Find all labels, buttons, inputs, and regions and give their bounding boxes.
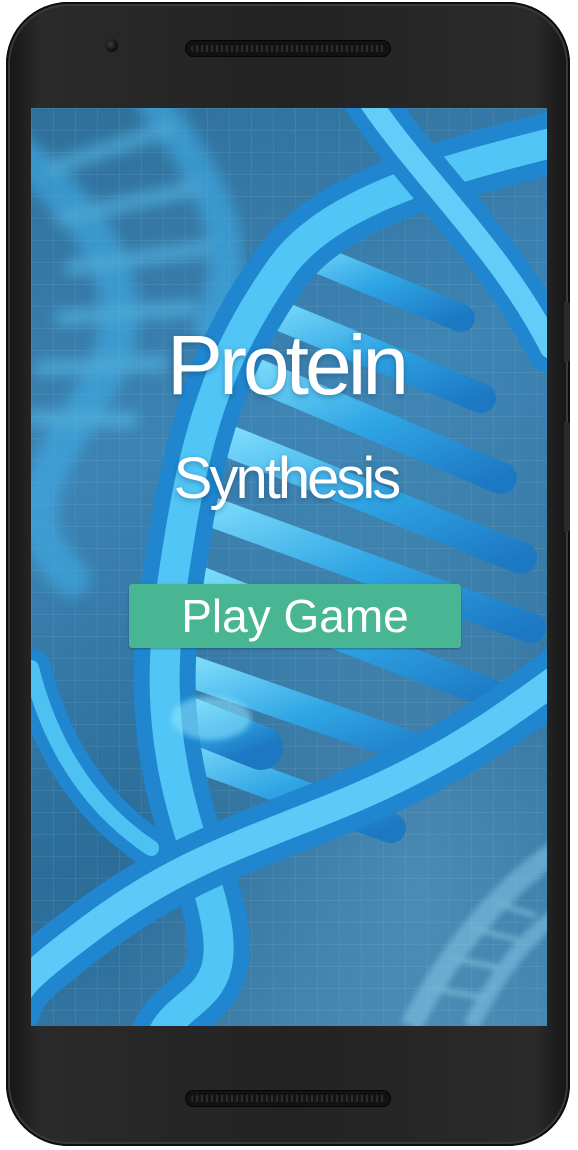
volume-button xyxy=(564,422,570,532)
front-camera-icon xyxy=(105,39,118,52)
distant-helix xyxy=(401,844,547,1026)
phone-frame: Protein Synthesis Play Game xyxy=(6,2,570,1146)
helix-highlight xyxy=(171,696,251,740)
title-synthesis: Synthesis xyxy=(173,446,401,511)
dna-helix-background xyxy=(31,108,547,1026)
game-screen: Protein Synthesis Play Game xyxy=(31,108,547,1026)
bottom-speaker-grille xyxy=(185,1090,391,1107)
top-speaker-grille xyxy=(185,40,391,57)
play-game-button[interactable]: Play Game xyxy=(129,584,461,648)
power-button xyxy=(564,302,570,362)
title-protein: Protein xyxy=(166,318,409,412)
